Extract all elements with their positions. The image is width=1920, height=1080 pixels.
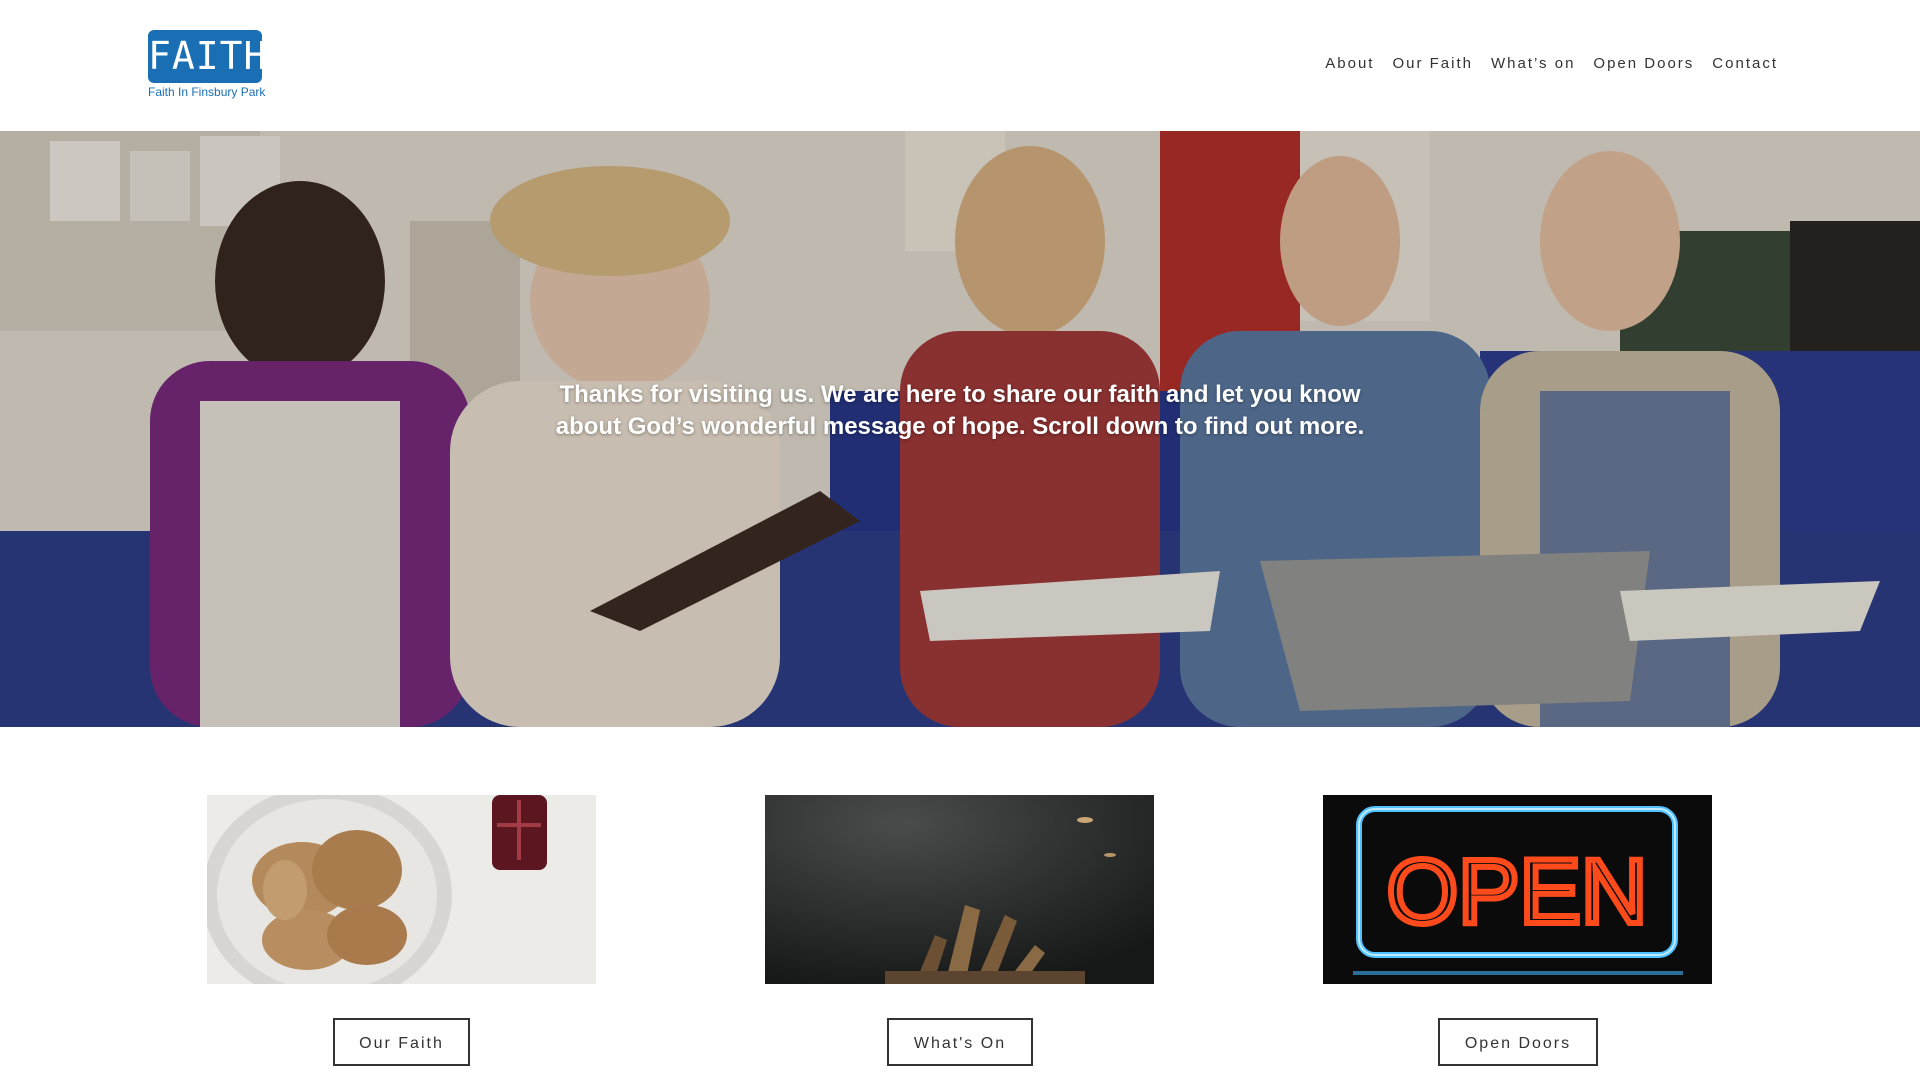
- card-image-whats-on[interactable]: [765, 795, 1154, 984]
- site-header: FAITH Faith In Finsbury Park About Our F…: [0, 0, 1920, 131]
- main-nav: About Our Faith What’s on Open Doors Con…: [1307, 55, 1778, 72]
- hero-message: Thanks for visiting us. We are here to s…: [555, 381, 1365, 440]
- hero-banner: Thanks for visiting us. We are here to s…: [0, 131, 1920, 727]
- worship-hands-image: [765, 795, 1154, 984]
- our-faith-button[interactable]: Our Faith: [333, 1018, 470, 1066]
- whats-on-button[interactable]: What's On: [887, 1018, 1033, 1066]
- card-image-open-doors[interactable]: OPEN: [1323, 795, 1712, 984]
- nav-about[interactable]: About: [1325, 55, 1374, 72]
- nav-our-faith[interactable]: Our Faith: [1392, 55, 1473, 72]
- nav-whats-on[interactable]: What’s on: [1491, 55, 1575, 72]
- open-doors-button[interactable]: Open Doors: [1438, 1018, 1598, 1066]
- logo-title: FAITH: [148, 30, 266, 83]
- bread-and-wine-image: [207, 795, 596, 984]
- nav-open-doors[interactable]: Open Doors: [1593, 55, 1694, 72]
- site-logo[interactable]: FAITH Faith In Finsbury Park: [148, 30, 266, 104]
- open-sign-text: OPEN: [1387, 841, 1648, 943]
- logo-subtitle: Faith In Finsbury Park: [148, 85, 266, 99]
- card-image-our-faith[interactable]: [207, 795, 596, 984]
- nav-contact[interactable]: Contact: [1712, 55, 1778, 72]
- open-neon-sign-image: OPEN: [1323, 795, 1712, 984]
